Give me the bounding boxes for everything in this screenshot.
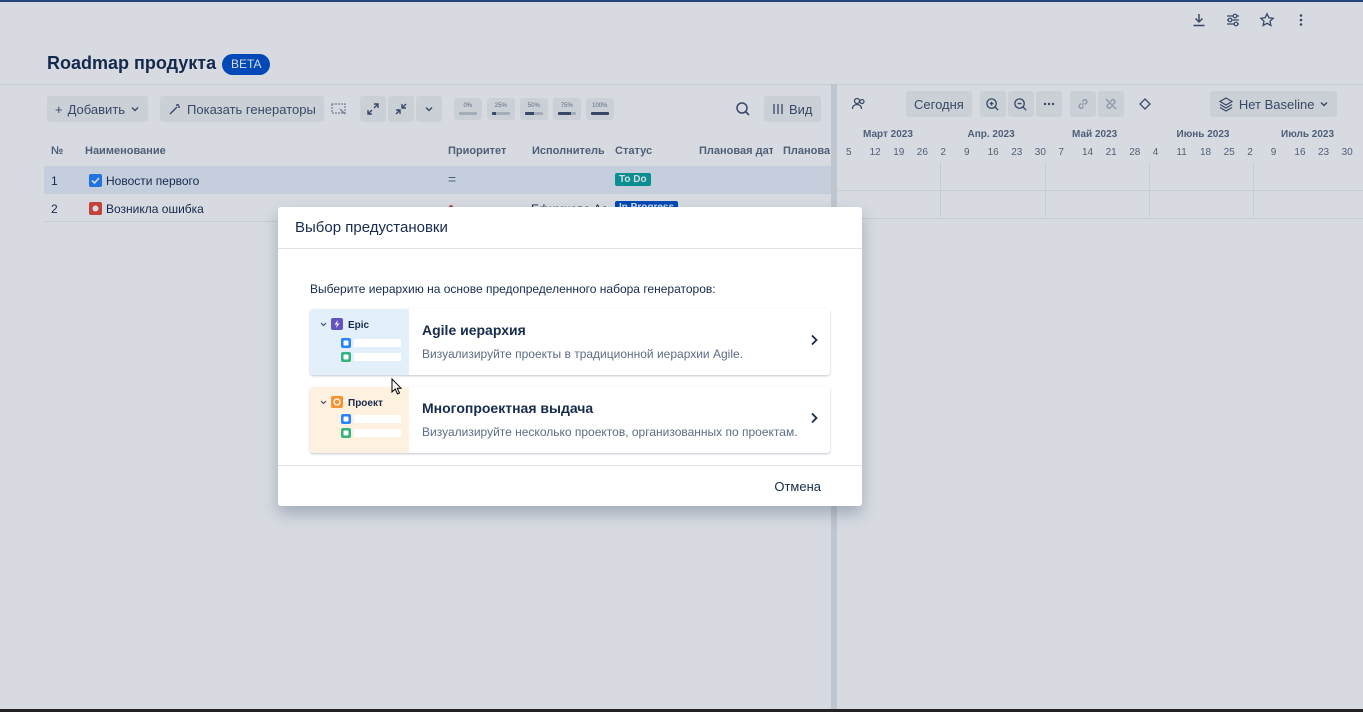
option-title: Agile иерархия: [422, 322, 526, 338]
dialog-title: Выбор предустановки: [278, 207, 862, 249]
chevron-right-icon: [811, 334, 818, 346]
dialog-description: Выберите иерархию на основе предопределе…: [310, 282, 716, 296]
thumb-label: Проект: [348, 398, 383, 409]
option-multiproject-delivery[interactable]: Проект Многопроектная выдача Визуализиру…: [310, 387, 830, 453]
option-agile-hierarchy[interactable]: Epic Agile иерархия Визуализируйте проек…: [310, 309, 830, 375]
option-description: Визуализируйте несколько проектов, орган…: [422, 425, 798, 439]
chevron-right-icon: [811, 412, 818, 424]
option-description: Визуализируйте проекты в традиционной ие…: [422, 347, 743, 361]
option-title: Многопроектная выдача: [422, 400, 594, 416]
dialog-footer: Отмена: [278, 465, 862, 506]
preset-selection-dialog: Выбор предустановки Выберите иерархию на…: [278, 207, 862, 506]
agile-thumbnail: Epic: [310, 309, 409, 375]
mouse-cursor-icon: [391, 378, 403, 395]
project-thumbnail: Проект: [310, 387, 409, 453]
cancel-button[interactable]: Отмена: [774, 479, 821, 494]
thumb-label: Epic: [348, 320, 370, 331]
